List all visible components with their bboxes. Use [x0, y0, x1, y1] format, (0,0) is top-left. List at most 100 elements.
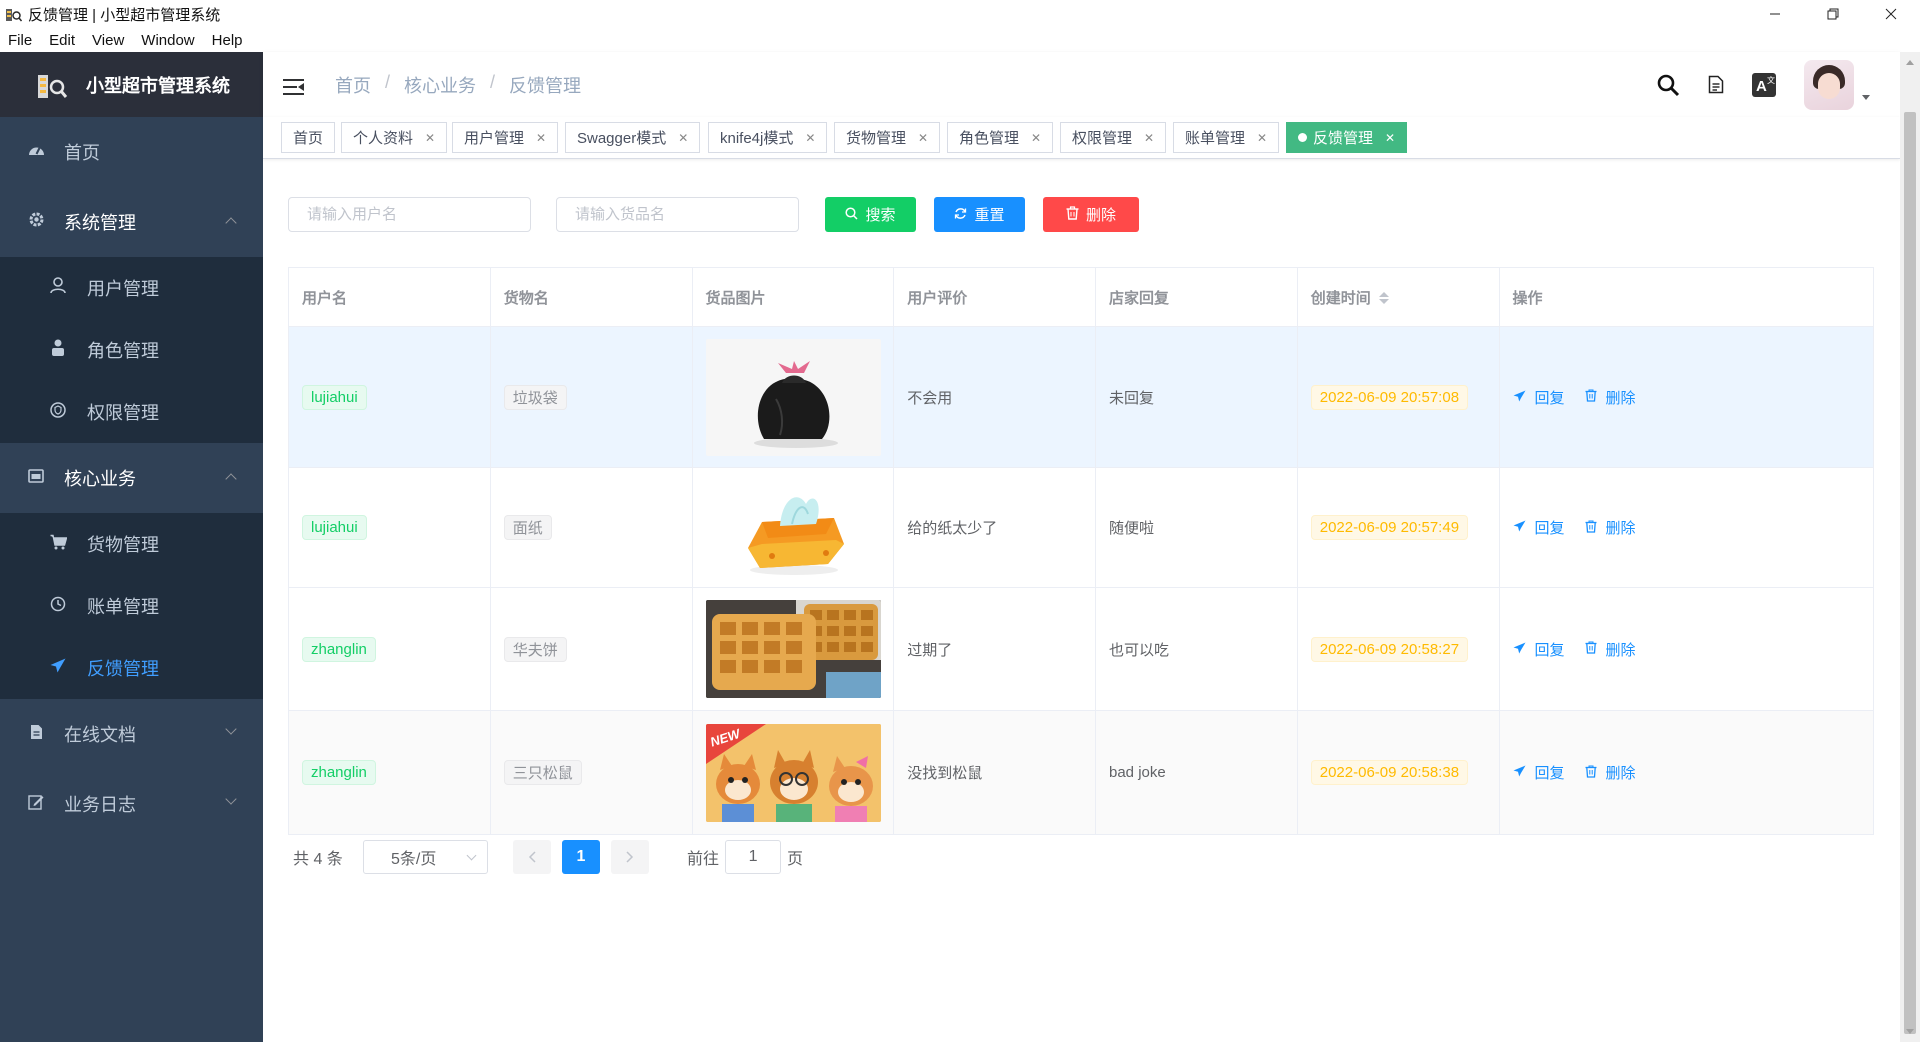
- menu-view[interactable]: View: [92, 32, 124, 49]
- column-header-created-time[interactable]: 创建时间: [1298, 268, 1500, 327]
- menu-edit[interactable]: Edit: [49, 32, 75, 49]
- prev-page-button[interactable]: [513, 840, 551, 874]
- caret-down-icon[interactable]: [1862, 95, 1870, 100]
- feedback-table: 用户名 货物名 货品图片 用户评价 店家回复 创建时间 操作 lujiahui …: [288, 267, 1874, 835]
- delete-button[interactable]: 删除: [1043, 197, 1139, 232]
- table-row[interactable]: zhanglin 三只松鼠 NEW 没找到松鼠 bad joke 2022-06…: [289, 711, 1873, 834]
- tag-label: 账单管理: [1185, 130, 1246, 147]
- reset-button[interactable]: 重置: [934, 197, 1025, 232]
- table-row[interactable]: lujiahui 面纸 给的纸太少了 随便啦 2022-06-09 20:57:…: [289, 468, 1873, 588]
- document-icon: [25, 724, 47, 745]
- menu-file[interactable]: File: [8, 32, 32, 49]
- hamburger-icon[interactable]: [283, 79, 304, 95]
- page-number-button[interactable]: 1: [562, 840, 600, 874]
- vertical-scrollbar[interactable]: [1900, 52, 1920, 1042]
- sidebar-item-home[interactable]: 首页: [0, 117, 263, 187]
- avatar[interactable]: [1804, 59, 1854, 110]
- menubar: File Edit View Window Help: [0, 28, 1920, 52]
- next-page-button[interactable]: [611, 840, 649, 874]
- reply-button[interactable]: 回复: [1513, 387, 1565, 408]
- created-time-tag: 2022-06-09 20:58:38: [1310, 760, 1469, 785]
- goto-page-input[interactable]: [725, 840, 782, 874]
- close-icon[interactable]: ✕: [1031, 131, 1041, 145]
- restore-button[interactable]: [1804, 0, 1862, 28]
- tag-swagger[interactable]: Swagger模式 ✕: [565, 122, 701, 153]
- sidebar-item-label: 权限管理: [87, 403, 159, 423]
- tag-permission-management[interactable]: 权限管理 ✕: [1060, 122, 1167, 153]
- tag-knife4j[interactable]: knife4j模式 ✕: [708, 122, 828, 153]
- close-icon[interactable]: ✕: [1385, 131, 1395, 145]
- sidebar-item-role-management[interactable]: 角色管理: [0, 319, 263, 381]
- tag-label: Swagger模式: [577, 130, 667, 147]
- navbar-right-menu: A文: [1644, 52, 1900, 117]
- breadcrumb-item-core-business[interactable]: 核心业务: [404, 72, 476, 98]
- sidebar-item-online-docs[interactable]: 在线文档: [0, 699, 263, 769]
- sidebar-item-user-management[interactable]: 用户管理: [0, 257, 263, 319]
- close-icon[interactable]: ✕: [1144, 131, 1154, 145]
- tag-feedback-management[interactable]: 反馈管理 ✕: [1286, 122, 1408, 153]
- navbar: 首页 / 核心业务 / 反馈管理 A文: [263, 52, 1900, 117]
- goods-image[interactable]: [705, 338, 881, 456]
- sort-icon[interactable]: [1378, 291, 1389, 304]
- sidebar-item-feedback-management[interactable]: 反馈管理: [0, 637, 263, 699]
- column-header-user-comment: 用户评价: [894, 268, 1096, 327]
- delete-row-button[interactable]: 删除: [1585, 387, 1636, 408]
- table-row[interactable]: lujiahui 垃圾袋 不会用 未回复 2022-06-09 20:57:08…: [289, 327, 1873, 468]
- goods-search-input[interactable]: [556, 197, 799, 232]
- delete-row-button[interactable]: 删除: [1585, 762, 1636, 783]
- close-icon[interactable]: ✕: [425, 131, 435, 145]
- sidebar-item-core-business[interactable]: 核心业务: [0, 443, 263, 513]
- goods-image[interactable]: [705, 600, 881, 698]
- tag-bill-management[interactable]: 账单管理 ✕: [1173, 122, 1280, 153]
- delete-row-button[interactable]: 删除: [1585, 639, 1636, 660]
- scroll-down-arrow[interactable]: [1906, 1029, 1914, 1034]
- delete-row-button[interactable]: 删除: [1585, 517, 1636, 538]
- close-icon[interactable]: ✕: [678, 131, 688, 145]
- send-icon: [1513, 520, 1526, 535]
- tag-role-management[interactable]: 角色管理 ✕: [947, 122, 1054, 153]
- search-icon[interactable]: [1644, 52, 1692, 117]
- username-search-input[interactable]: [288, 197, 531, 232]
- sidebar-item-permission-management[interactable]: 权限管理: [0, 381, 263, 443]
- tag-profile[interactable]: 个人资料 ✕: [341, 122, 448, 153]
- sidebar-logo[interactable]: 小型超市管理系统: [0, 52, 263, 117]
- sidebar-item-system[interactable]: 系统管理: [0, 187, 263, 257]
- reply-button[interactable]: 回复: [1513, 517, 1565, 538]
- menu-help[interactable]: Help: [212, 32, 243, 49]
- page-jumper: 前往 页: [687, 840, 803, 874]
- minimize-button[interactable]: [1746, 0, 1804, 28]
- breadcrumb-item-home[interactable]: 首页: [335, 72, 371, 98]
- page-size-select[interactable]: 5条/页: [363, 840, 488, 874]
- tag-user-management[interactable]: 用户管理 ✕: [452, 122, 559, 153]
- edit-icon: [25, 794, 47, 815]
- table-row[interactable]: zhanglin 华夫饼 过期了 也可以吃 2022-06-09 20:58:2…: [289, 588, 1873, 711]
- goods-image[interactable]: [705, 477, 881, 578]
- close-icon[interactable]: ✕: [805, 131, 815, 145]
- goods-image[interactable]: NEW: [705, 723, 881, 822]
- search-button[interactable]: 搜索: [825, 197, 916, 232]
- scroll-up-arrow[interactable]: [1906, 60, 1914, 65]
- active-dot: [1298, 133, 1307, 142]
- document-icon[interactable]: [1692, 52, 1740, 117]
- translate-icon[interactable]: A文: [1740, 52, 1788, 117]
- tag-home[interactable]: 首页: [281, 122, 336, 153]
- tag-goods-management[interactable]: 货物管理 ✕: [834, 122, 941, 153]
- reply-button[interactable]: 回复: [1513, 639, 1565, 660]
- close-icon[interactable]: ✕: [1257, 131, 1267, 145]
- reply-label: 回复: [1534, 389, 1565, 407]
- reply-button[interactable]: 回复: [1513, 762, 1565, 783]
- close-icon[interactable]: ✕: [536, 131, 546, 145]
- shield-icon: [47, 401, 69, 423]
- menu-window[interactable]: Window: [141, 32, 194, 49]
- username-tag: zhanglin: [302, 636, 376, 662]
- column-header-goods-image: 货品图片: [693, 268, 895, 327]
- chevron-right-icon: [626, 851, 634, 863]
- user-comment: 给的纸太少了: [894, 468, 1096, 587]
- close-icon[interactable]: ✕: [918, 131, 928, 145]
- scrollbar-thumb[interactable]: [1904, 112, 1916, 1034]
- column-header-label: 创建时间: [1310, 290, 1371, 307]
- sidebar-item-goods-management[interactable]: 货物管理: [0, 513, 263, 575]
- sidebar-item-bill-management[interactable]: 账单管理: [0, 575, 263, 637]
- sidebar-item-business-log[interactable]: 业务日志: [0, 769, 263, 839]
- close-button[interactable]: [1862, 0, 1920, 28]
